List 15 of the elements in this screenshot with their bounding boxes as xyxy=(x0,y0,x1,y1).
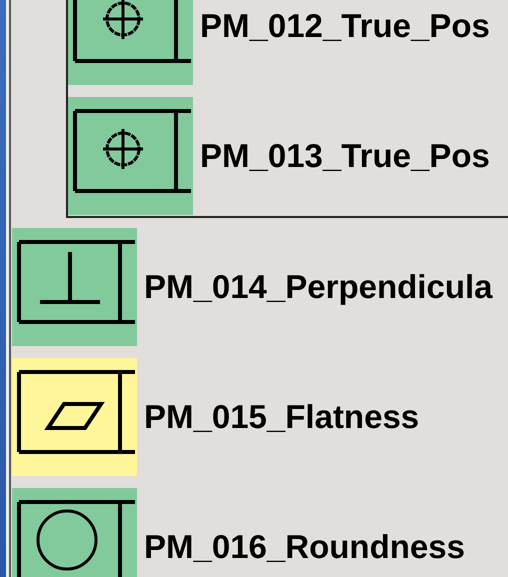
item-icon-tile[interactable] xyxy=(68,0,193,85)
item-icon-tile[interactable] xyxy=(68,97,193,215)
parallelogram-icon xyxy=(17,370,135,454)
position-symbol-icon xyxy=(73,109,191,193)
tree-item-label[interactable]: PM_012_True_Pos xyxy=(200,1,490,51)
selected-item-icon-tile[interactable] xyxy=(12,358,137,476)
tree-item-label[interactable]: PM_016_Roundness xyxy=(144,522,465,572)
position-symbol-icon xyxy=(73,0,191,63)
tree-item-label[interactable]: PM_013_True_Pos xyxy=(200,131,490,181)
item-icon-tile[interactable] xyxy=(12,228,137,346)
tree-item-label[interactable]: PM_015_Flatness xyxy=(144,392,420,442)
tree-item-label[interactable]: PM_014_Perpendicula xyxy=(144,262,492,312)
perpendicular-symbol-icon xyxy=(17,240,135,324)
circle-symbol-icon xyxy=(17,500,135,577)
item-icon-tile[interactable] xyxy=(12,488,137,577)
